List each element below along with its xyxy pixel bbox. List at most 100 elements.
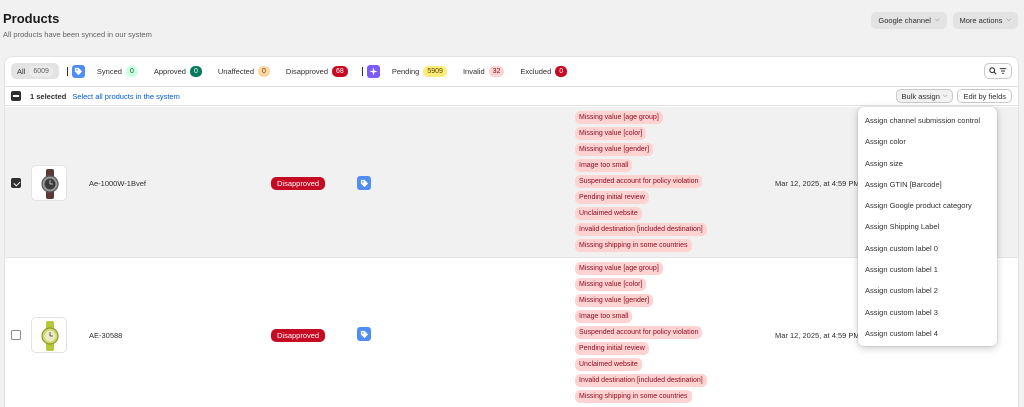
tab-disapproved[interactable]: Disapproved 68 [280, 63, 354, 79]
issue-badge: Missing value [gender] [575, 143, 654, 156]
issue-badge: Missing value [age group] [575, 111, 663, 124]
menu-item-custom-label-1[interactable]: Assign custom label 1 [858, 259, 997, 280]
filter-tabs: All 6009 Synced 0 Approved 0 Unaffected … [11, 63, 1012, 79]
tab-pending[interactable]: Pending 5909 [386, 63, 453, 79]
updated-date: Mar 12, 2025, at 4:59 PM [775, 331, 860, 340]
product-thumbnail [31, 317, 67, 353]
tab-label: Synced [96, 66, 122, 76]
tab-count: 5909 [423, 65, 447, 77]
updated-date: Mar 12, 2025, at 4:59 PM [775, 179, 860, 188]
status-badge: Disapproved [271, 329, 326, 342]
issue-badge: Suspended account for policy violation [575, 175, 703, 188]
selected-count: 1 selected [30, 91, 67, 101]
tab-invalid[interactable]: Invalid 32 [457, 63, 510, 79]
page-header: Products All products have been synced i… [3, 11, 152, 39]
watch-image [41, 169, 59, 199]
tab-label: Unaffected [217, 66, 255, 76]
edit-by-fields-button[interactable]: Edit by fields [957, 89, 1012, 103]
tab-excluded[interactable]: Excluded 0 [514, 63, 573, 79]
bulk-actions: Bulk assign ⌵ Edit by fields [895, 89, 1012, 103]
menu-item-gtin[interactable]: Assign GTIN [Barcode] [858, 174, 997, 195]
menu-item-color[interactable]: Assign color [858, 131, 997, 152]
tab-label: Approved [153, 66, 186, 76]
issue-badge: Pending initial review [575, 342, 649, 355]
chevron-down-icon: ⌵ [934, 17, 940, 23]
issue-badge: Missing shipping in some countries [575, 239, 692, 252]
google-channel-button[interactable]: Google channel ⌵ [871, 12, 947, 29]
issue-badge: Suspended account for policy violation [575, 326, 703, 339]
tab-unaffected[interactable]: Unaffected 0 [212, 63, 276, 79]
tab-label: Pending [391, 66, 420, 76]
issue-badge: Image too small [575, 310, 633, 323]
divider [361, 66, 363, 76]
issue-badge: Image too small [575, 159, 633, 172]
status-badge: Disapproved [271, 177, 326, 190]
page-title: Products [3, 11, 60, 26]
issue-badge: Missing value [color] [575, 127, 647, 140]
product-sku[interactable]: Ae-1000W-1Bvef [89, 179, 146, 188]
more-actions-button[interactable]: More actions ⌵ [952, 12, 1018, 29]
menu-item-size[interactable]: Assign size [858, 153, 997, 174]
issues-list: Missing value [age group] Missing value … [575, 111, 707, 252]
issue-badge: Unclaimed website [575, 358, 642, 371]
issue-badge: Missing shipping in some countries [575, 390, 692, 403]
issue-badge: Missing value [age group] [575, 262, 663, 275]
chevron-down-icon: ⌵ [942, 92, 948, 99]
tab-count: 68 [332, 65, 348, 77]
select-all-link[interactable]: Select all products in the system [72, 92, 180, 101]
issues-list: Missing value [age group] Missing value … [575, 262, 707, 403]
search-icon [989, 67, 997, 75]
tab-all[interactable]: All 6009 [11, 63, 59, 79]
search-filter-button[interactable] [984, 63, 1012, 79]
bulk-assign-label: Bulk assign [901, 91, 940, 101]
page-subtitle: All products have been synced in our sys… [3, 30, 152, 39]
issue-badge: Missing value [color] [575, 278, 647, 291]
menu-item-custom-label-3[interactable]: Assign custom label 3 [858, 302, 997, 323]
tag-icon [74, 67, 83, 75]
issue-badge: Unclaimed website [575, 207, 642, 220]
menu-item-custom-label-4[interactable]: Assign custom label 4 [858, 323, 997, 344]
bulk-action-bar: 1 selected Select all products in the sy… [5, 86, 1018, 106]
issue-badge: Pending initial review [575, 191, 649, 204]
issue-badge: Invalid destination [included destinatio… [575, 223, 707, 236]
tab-count: 6009 [29, 65, 53, 77]
tag-icon [360, 330, 368, 338]
menu-item-google-product-category[interactable]: Assign Google product category [858, 195, 997, 216]
tab-approved[interactable]: Approved 0 [148, 63, 208, 79]
tab-count: 0 [258, 65, 270, 77]
tag-icon [360, 179, 368, 187]
tab-label: All [17, 66, 26, 76]
tab-count: 0 [555, 65, 568, 77]
issue-badge: Invalid destination [included destinatio… [575, 374, 707, 387]
row-checkbox[interactable] [11, 178, 21, 188]
tab-count: 0 [125, 65, 138, 77]
menu-item-channel-submission-control[interactable]: Assign channel submission control [858, 110, 997, 131]
google-channel-label: Google channel [878, 16, 931, 25]
tab-label: Excluded [520, 66, 552, 76]
issue-badge: Missing value [gender] [575, 294, 654, 307]
menu-item-custom-label-0[interactable]: Assign custom label 0 [858, 238, 997, 259]
header-actions: Google channel ⌵ More actions ⌵ [871, 12, 1018, 29]
menu-item-shipping-label[interactable]: Assign Shipping Label [858, 216, 997, 237]
tab-label: Invalid [462, 66, 485, 76]
google-channel-indicator [357, 176, 371, 190]
google-tag-filter[interactable] [71, 64, 85, 78]
watch-image [41, 321, 59, 351]
row-checkbox[interactable] [11, 330, 21, 340]
more-actions-label: More actions [959, 16, 1003, 25]
bulk-assign-button[interactable]: Bulk assign ⌵ [895, 89, 954, 103]
bulk-assign-menu: Assign channel submission control Assign… [858, 107, 997, 346]
product-thumbnail [31, 165, 67, 201]
tab-synced[interactable]: Synced 0 [91, 63, 144, 79]
select-all-checkbox[interactable] [11, 91, 21, 101]
google-channel-indicator [357, 327, 371, 341]
chevron-down-icon: ⌵ [1006, 17, 1011, 23]
sparkle-filter[interactable] [366, 64, 380, 78]
sparkle-icon [369, 66, 378, 76]
menu-item-custom-label-2[interactable]: Assign custom label 2 [858, 280, 997, 301]
tab-count: 32 [488, 65, 505, 77]
tab-count: 0 [189, 65, 202, 77]
tab-label: Disapproved [285, 66, 329, 76]
product-sku[interactable]: AE-30588 [89, 331, 122, 340]
filter-icon [999, 68, 1007, 74]
